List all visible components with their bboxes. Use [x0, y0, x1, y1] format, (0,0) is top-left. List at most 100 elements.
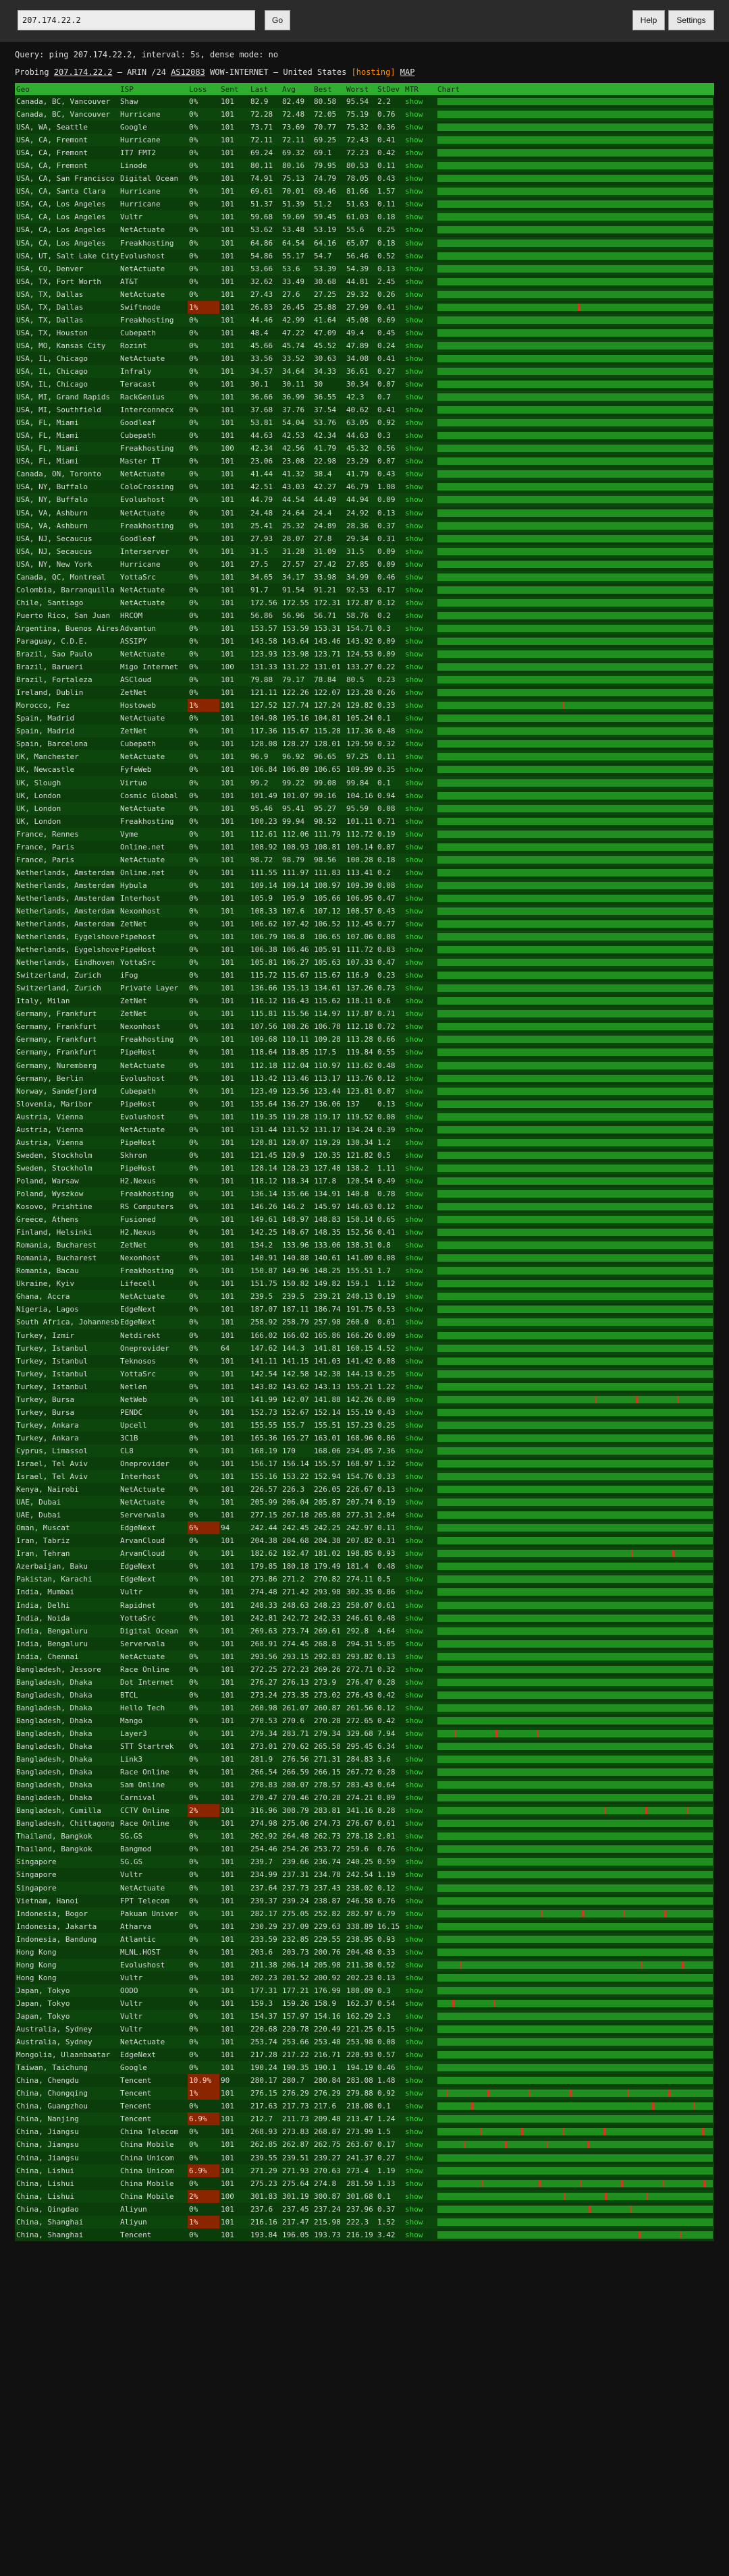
mtr-show-link[interactable]: show: [405, 393, 423, 401]
mtr-show-link[interactable]: show: [405, 1370, 423, 1378]
mtr-show-link[interactable]: show: [405, 765, 423, 774]
query-input[interactable]: [18, 10, 255, 30]
probe-ip-link[interactable]: 207.174.22.2: [54, 67, 113, 77]
col-last[interactable]: Last: [249, 83, 281, 95]
mtr-show-link[interactable]: show: [405, 1614, 423, 1623]
mtr-show-link[interactable]: show: [405, 1627, 423, 1635]
mtr-show-link[interactable]: show: [405, 341, 423, 350]
mtr-show-link[interactable]: show: [405, 1241, 423, 1250]
mtr-show-link[interactable]: show: [405, 367, 423, 376]
mtr-show-link[interactable]: show: [405, 213, 423, 221]
asn-link[interactable]: AS12083: [171, 67, 205, 77]
mtr-show-link[interactable]: show: [405, 1755, 423, 1764]
mtr-show-link[interactable]: show: [405, 252, 423, 260]
mtr-show-link[interactable]: show: [405, 1601, 423, 1610]
settings-button[interactable]: Settings: [668, 10, 714, 30]
mtr-show-link[interactable]: show: [405, 2192, 423, 2201]
mtr-show-link[interactable]: show: [405, 791, 423, 800]
mtr-show-link[interactable]: show: [405, 534, 423, 543]
mtr-show-link[interactable]: show: [405, 1665, 423, 1674]
mtr-show-link[interactable]: show: [405, 1382, 423, 1391]
mtr-show-link[interactable]: show: [405, 1061, 423, 1070]
mtr-show-link[interactable]: show: [405, 779, 423, 787]
mtr-show-link[interactable]: show: [405, 907, 423, 916]
mtr-show-link[interactable]: show: [405, 932, 423, 941]
mtr-show-link[interactable]: show: [405, 1177, 423, 1185]
mtr-show-link[interactable]: show: [405, 573, 423, 582]
mtr-show-link[interactable]: show: [405, 2140, 423, 2149]
mtr-show-link[interactable]: show: [405, 1485, 423, 1494]
mtr-show-link[interactable]: show: [405, 1857, 423, 1866]
mtr-show-link[interactable]: show: [405, 1640, 423, 1648]
mtr-show-link[interactable]: show: [405, 1395, 423, 1404]
mtr-show-link[interactable]: show: [405, 329, 423, 337]
mtr-show-link[interactable]: show: [405, 2179, 423, 2188]
mtr-show-link[interactable]: show: [405, 1164, 423, 1173]
mtr-show-link[interactable]: show: [405, 1845, 423, 1853]
mtr-show-link[interactable]: show: [405, 354, 423, 363]
mtr-show-link[interactable]: show: [405, 1472, 423, 1481]
mtr-show-link[interactable]: show: [405, 2050, 423, 2059]
mtr-show-link[interactable]: show: [405, 997, 423, 1005]
mtr-show-link[interactable]: show: [405, 2025, 423, 2034]
mtr-show-link[interactable]: show: [405, 136, 423, 144]
mtr-show-link[interactable]: show: [405, 2076, 423, 2085]
mtr-show-link[interactable]: show: [405, 1344, 423, 1353]
col-loss[interactable]: Loss: [188, 83, 219, 95]
mtr-show-link[interactable]: show: [405, 1922, 423, 1931]
mtr-show-link[interactable]: show: [405, 752, 423, 761]
mtr-show-link[interactable]: show: [405, 522, 423, 530]
mtr-show-link[interactable]: show: [405, 1421, 423, 1430]
mtr-show-link[interactable]: show: [405, 1935, 423, 1944]
mtr-show-link[interactable]: show: [405, 1074, 423, 1083]
mtr-show-link[interactable]: show: [405, 1498, 423, 1507]
mtr-show-link[interactable]: show: [405, 1832, 423, 1841]
mtr-show-link[interactable]: show: [405, 1215, 423, 1224]
mtr-show-link[interactable]: show: [405, 881, 423, 890]
mtr-show-link[interactable]: show: [405, 1793, 423, 1802]
col-sent[interactable]: Sent: [219, 83, 249, 95]
mtr-show-link[interactable]: show: [405, 1729, 423, 1738]
mtr-show-link[interactable]: show: [405, 123, 423, 132]
mtr-show-link[interactable]: show: [405, 1716, 423, 1725]
mtr-show-link[interactable]: show: [405, 1087, 423, 1096]
mtr-show-link[interactable]: show: [405, 560, 423, 569]
mtr-show-link[interactable]: show: [405, 894, 423, 903]
go-button[interactable]: Go: [265, 10, 290, 30]
mtr-show-link[interactable]: show: [405, 431, 423, 440]
mtr-show-link[interactable]: show: [405, 1279, 423, 1288]
mtr-show-link[interactable]: show: [405, 547, 423, 556]
mtr-show-link[interactable]: show: [405, 418, 423, 427]
mtr-show-link[interactable]: show: [405, 663, 423, 671]
mtr-show-link[interactable]: show: [405, 1022, 423, 1031]
mtr-show-link[interactable]: show: [405, 1318, 423, 1326]
mtr-show-link[interactable]: show: [405, 971, 423, 980]
mtr-show-link[interactable]: show: [405, 945, 423, 954]
mtr-show-link[interactable]: show: [405, 2154, 423, 2162]
mtr-show-link[interactable]: show: [405, 2205, 423, 2214]
col-stdev[interactable]: StDev: [376, 83, 404, 95]
mtr-show-link[interactable]: show: [405, 2089, 423, 2098]
col-avg[interactable]: Avg: [281, 83, 313, 95]
mtr-show-link[interactable]: show: [405, 110, 423, 119]
mtr-show-link[interactable]: show: [405, 650, 423, 659]
mtr-show-link[interactable]: show: [405, 290, 423, 299]
mtr-show-link[interactable]: show: [405, 739, 423, 748]
mtr-show-link[interactable]: show: [405, 1408, 423, 1417]
mtr-show-link[interactable]: show: [405, 1562, 423, 1571]
mtr-show-link[interactable]: show: [405, 277, 423, 286]
mtr-show-link[interactable]: show: [405, 817, 423, 826]
mtr-show-link[interactable]: show: [405, 187, 423, 196]
mtr-show-link[interactable]: show: [405, 1704, 423, 1712]
mtr-show-link[interactable]: show: [405, 1228, 423, 1237]
mtr-show-link[interactable]: show: [405, 239, 423, 248]
col-geo[interactable]: Geo: [15, 83, 119, 95]
mtr-show-link[interactable]: show: [405, 457, 423, 466]
mtr-show-link[interactable]: show: [405, 1048, 423, 1057]
mtr-show-link[interactable]: show: [405, 2102, 423, 2110]
mtr-show-link[interactable]: show: [405, 303, 423, 312]
mtr-show-link[interactable]: show: [405, 701, 423, 710]
mtr-show-link[interactable]: show: [405, 405, 423, 414]
mtr-show-link[interactable]: show: [405, 1909, 423, 1918]
mtr-show-link[interactable]: show: [405, 1948, 423, 1957]
